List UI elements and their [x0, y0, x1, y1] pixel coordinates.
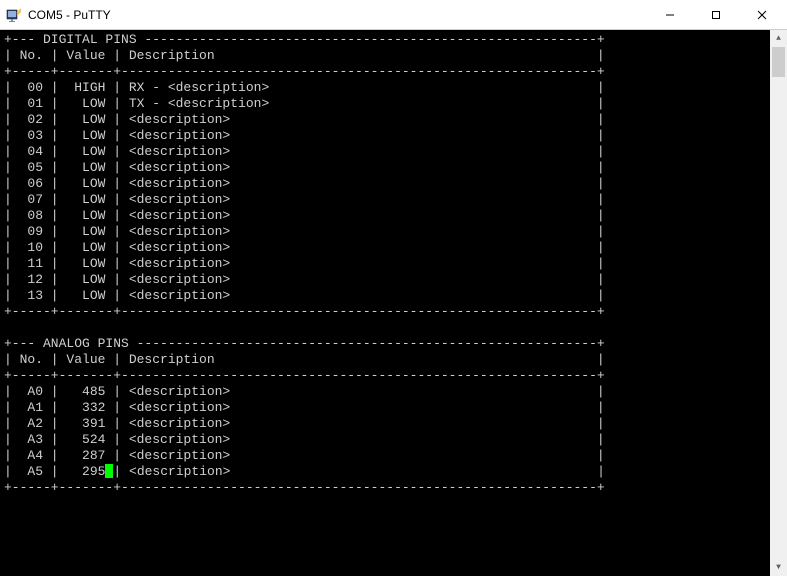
vertical-scrollbar[interactable]: ▲ ▼ [770, 30, 787, 576]
close-button[interactable] [739, 0, 785, 29]
window-titlebar: COM5 - PuTTY [0, 0, 787, 30]
scroll-up-arrow[interactable]: ▲ [770, 30, 787, 47]
maximize-button[interactable] [693, 0, 739, 29]
window-controls [647, 0, 785, 29]
scroll-thumb[interactable] [772, 47, 785, 77]
putty-icon [6, 7, 22, 23]
terminal-output[interactable]: +--- DIGITAL PINS ----------------------… [0, 30, 770, 576]
terminal-cursor [105, 464, 113, 478]
scroll-down-arrow[interactable]: ▼ [770, 559, 787, 576]
minimize-button[interactable] [647, 0, 693, 29]
window-title: COM5 - PuTTY [28, 8, 647, 22]
